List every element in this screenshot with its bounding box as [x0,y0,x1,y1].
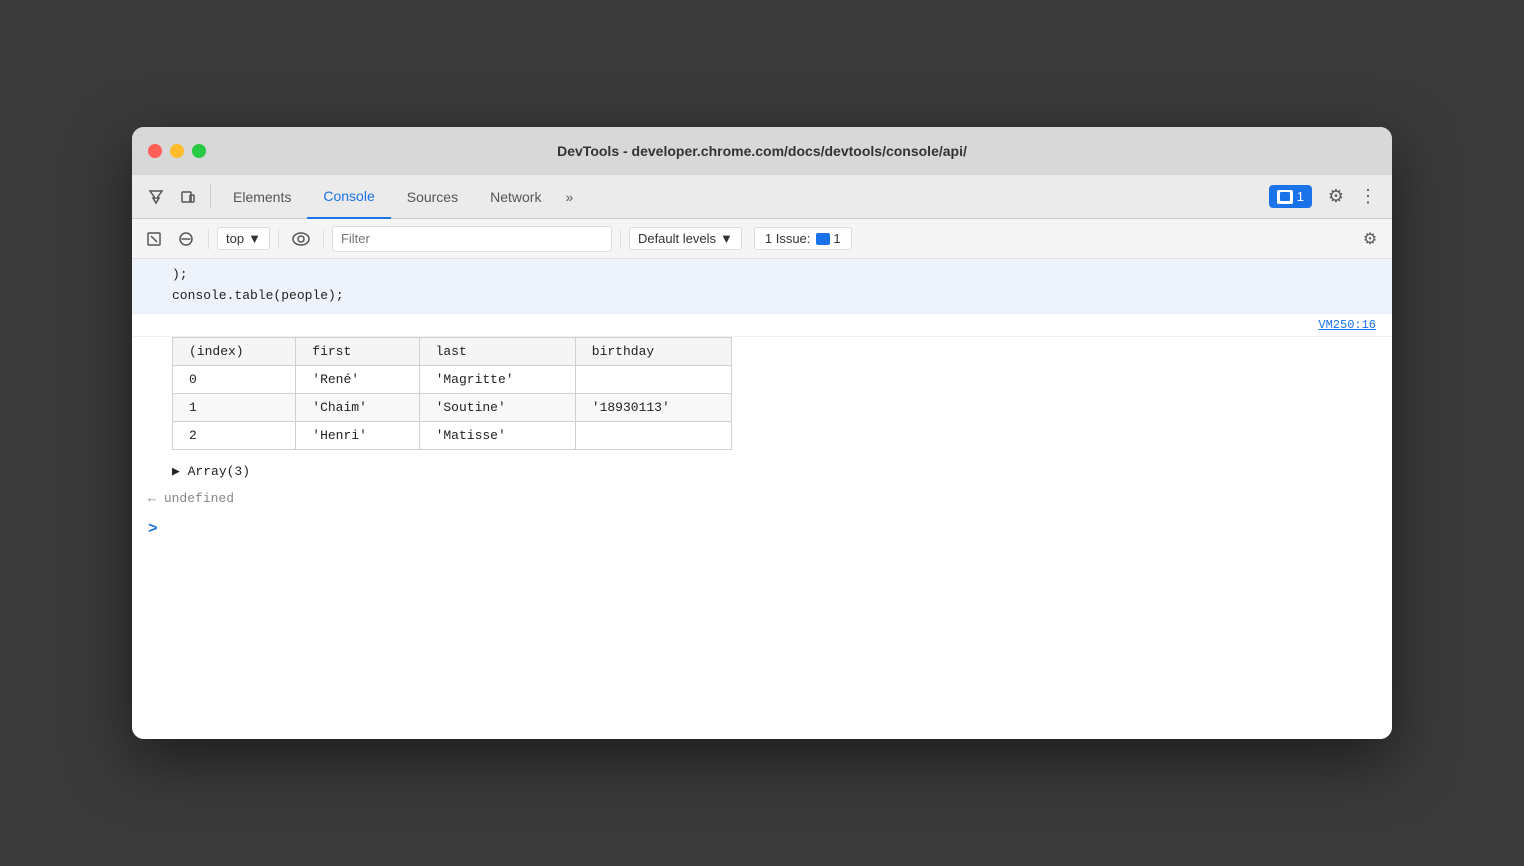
cell-index: 0 [173,365,296,393]
dropdown-arrow-icon: ▼ [248,231,261,246]
cell-first: 'Chaim' [296,393,419,421]
tab-separator [210,185,211,209]
table-row: 0'René''Magritte' [173,365,732,393]
return-arrow-icon: ← [148,491,156,506]
toolbar-separator-3 [323,229,324,249]
clear-console-icon[interactable] [140,225,168,253]
col-header-first: first [296,337,419,365]
cell-index: 1 [173,393,296,421]
cell-last: 'Matisse' [419,421,575,449]
issues-button[interactable]: 1 Issue: 1 [754,227,852,250]
console-settings-icon[interactable]: ⚙ [1356,225,1384,253]
devtools-tab-bar: Elements Console Sources Network » 1 ⚙ ⋮ [132,175,1392,219]
tab-sources[interactable]: Sources [391,175,474,219]
cell-last: 'Soutine' [419,393,575,421]
tab-elements[interactable]: Elements [217,175,307,219]
code-line-2: console.table(people); [172,286,1376,307]
no-entry-icon[interactable] [172,225,200,253]
cell-last: 'Magritte' [419,365,575,393]
prompt-chevron-icon: > [148,520,158,538]
col-header-index: (index) [173,337,296,365]
vm-link-row: VM250:16 [132,314,1392,337]
more-tabs-button[interactable]: » [557,181,581,213]
minimize-button[interactable] [170,144,184,158]
table-row: 2'Henri''Matisse' [173,421,732,449]
cell-first: 'Henri' [296,421,419,449]
console-toolbar: top ▼ Default levels ▼ 1 Issue: 1 ⚙ [132,219,1392,259]
table-row: 1'Chaim''Soutine''18930113' [173,393,732,421]
context-selector[interactable]: top ▼ [217,227,270,250]
cell-index: 2 [173,421,296,449]
issue-icon [816,233,830,245]
tab-console[interactable]: Console [307,175,390,219]
maximize-button[interactable] [192,144,206,158]
levels-dropdown-arrow-icon: ▼ [720,231,733,246]
cell-birthday: '18930113' [575,393,731,421]
toolbar-separator-4 [620,229,621,249]
log-levels-dropdown[interactable]: Default levels ▼ [629,227,742,250]
message-icon [1277,190,1293,204]
device-toggle-icon[interactable] [172,181,204,213]
traffic-lights [148,144,206,158]
cell-birthday [575,421,731,449]
issues-badge: 1 [816,231,840,246]
cell-first: 'René' [296,365,419,393]
cell-birthday [575,365,731,393]
tab-network[interactable]: Network [474,175,557,219]
window-title: DevTools - developer.chrome.com/docs/dev… [557,143,967,159]
console-table: (index) first last birthday 0'René''Magr… [172,337,732,450]
col-header-birthday: birthday [575,337,731,365]
live-expressions-icon[interactable] [287,225,315,253]
table-header-row: (index) first last birthday [173,337,732,365]
undefined-row: ← undefined [132,485,1392,512]
devtools-window: DevTools - developer.chrome.com/docs/dev… [132,127,1392,739]
filter-input[interactable] [332,226,612,252]
settings-icon[interactable]: ⚙ [1320,181,1352,213]
code-block: ); console.table(people); [132,259,1392,314]
title-bar: DevTools - developer.chrome.com/docs/dev… [132,127,1392,175]
prompt-row[interactable]: > [132,512,1392,546]
vm-link[interactable]: VM250:16 [1318,318,1376,332]
col-header-last: last [419,337,575,365]
array-expand-button[interactable]: ▶ Array(3) [132,458,1392,485]
messages-badge-button[interactable]: 1 [1269,185,1312,208]
inspect-icon[interactable] [140,181,172,213]
toolbar-separator-1 [208,229,209,249]
console-table-wrapper: (index) first last birthday 0'René''Magr… [132,337,1392,458]
code-line-1: ); [172,265,1376,286]
console-content: ); console.table(people); VM250:16 (inde… [132,259,1392,739]
toolbar-separator-2 [278,229,279,249]
close-button[interactable] [148,144,162,158]
more-options-icon[interactable]: ⋮ [1352,181,1384,213]
